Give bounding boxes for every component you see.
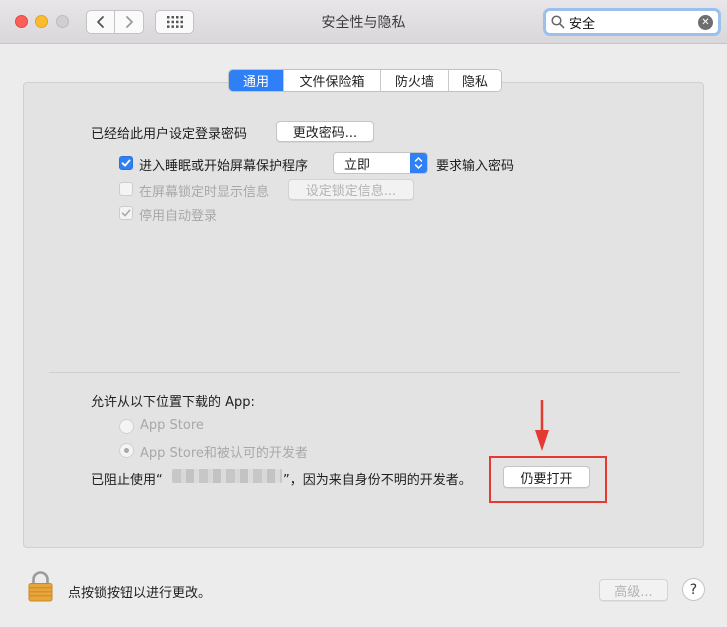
select-arrows-icon [410,153,427,173]
lock-icon[interactable] [28,571,53,602]
tab-firewall[interactable]: 防火墙 [380,70,448,91]
checkmark-icon [121,209,131,217]
disable-auto-login-checkbox [119,206,133,220]
radio-selected-dot [124,448,129,453]
lock-hint-text: 点按锁按钮以进行更改。 [68,586,212,601]
blurred-app-name [172,469,282,483]
clear-search-icon[interactable]: ✕ [698,15,713,30]
search-input[interactable] [569,14,689,30]
blocked-app-suffix: ”，因为来自身份不明的开发者。 [283,473,472,488]
disable-auto-login-label: 停用自动登录 [139,209,218,224]
checkmark-icon [121,159,131,167]
require-password-label: 进入睡眠或开始屏幕保护程序 [139,159,309,174]
title-bar: 安全性与隐私 ✕ [0,0,727,44]
radio-identified-developers-label: App Store和被认可的开发者 [140,446,308,461]
blocked-app-prefix: 已阻止使用“ [91,473,163,488]
section-divider [49,372,680,373]
tab-privacy[interactable]: 隐私 [448,70,501,91]
annotation-arrow-icon [535,400,549,451]
advanced-button: 高级... [599,579,668,601]
change-password-button[interactable]: 更改密码... [276,121,374,142]
search-field[interactable]: ✕ [543,8,721,36]
lock-message-label: 在屏幕锁定时显示信息 [139,185,270,200]
tab-general[interactable]: 通用 [229,70,283,91]
system-preferences-window: 安全性与隐私 ✕ 通用 文件保险箱 防火墙 隐私 已经给此用户设定登录密码 更改… [0,0,727,627]
tab-filevault[interactable]: 文件保险箱 [283,70,380,91]
password-set-label: 已经给此用户设定登录密码 [91,127,248,142]
require-password-checkbox[interactable] [119,156,133,170]
password-delay-select[interactable]: 立即 [333,152,428,174]
search-icon [551,15,565,29]
lock-message-checkbox [119,182,133,196]
download-source-heading: 允许从以下位置下载的 App: [91,395,255,410]
tab-bar: 通用 文件保险箱 防火墙 隐私 [228,69,502,92]
radio-app-store [119,419,134,434]
require-password-suffix: 要求输入密码 [436,159,515,174]
set-lock-message-button: 设定锁定信息... [288,179,414,200]
password-delay-value: 立即 [344,157,371,173]
radio-app-store-label: App Store [140,418,204,433]
radio-identified-developers [119,443,134,458]
help-button[interactable]: ? [682,578,705,601]
annotation-highlight-box [489,456,607,503]
